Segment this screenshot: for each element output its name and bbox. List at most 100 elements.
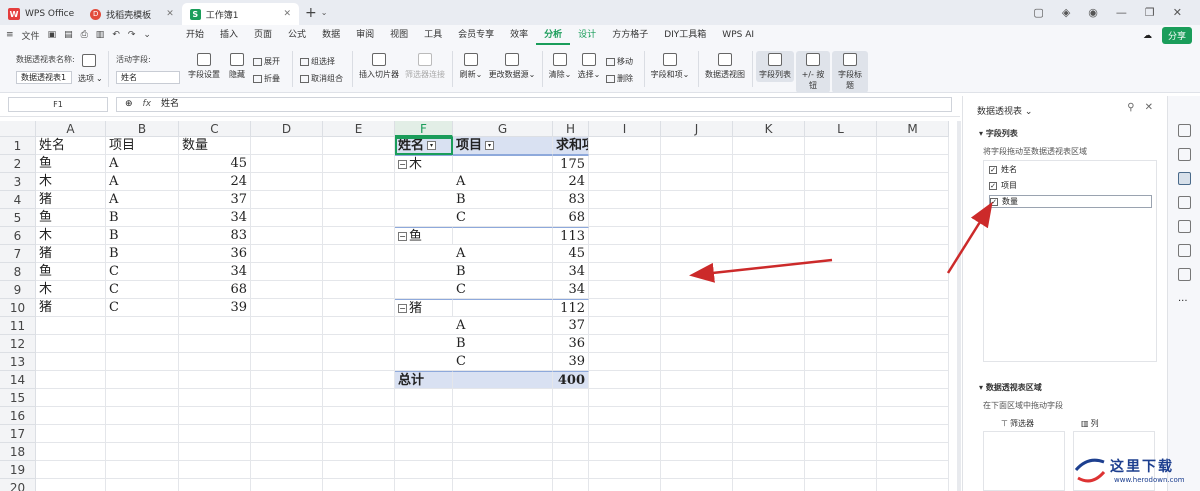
grid-cell[interactable]: [661, 353, 733, 371]
grid-cell[interactable]: [877, 155, 949, 173]
grid-cell[interactable]: [877, 371, 949, 389]
close-window-icon[interactable]: ✕: [1173, 6, 1182, 19]
grid-cell[interactable]: [805, 443, 877, 461]
grid-cell[interactable]: [589, 425, 661, 443]
source-data-cell[interactable]: 猪: [36, 191, 106, 209]
pivot-pane-icon[interactable]: [1178, 172, 1191, 185]
menu-insert[interactable]: 插入: [212, 25, 246, 45]
grid-cell[interactable]: [251, 425, 323, 443]
pivot-item-cell[interactable]: B: [395, 263, 553, 281]
grid-cell[interactable]: [106, 335, 179, 353]
pivot-item-cell[interactable]: C: [395, 209, 553, 227]
grid-cell[interactable]: [733, 317, 805, 335]
grid-cell[interactable]: [36, 317, 106, 335]
grid-cell[interactable]: [733, 137, 805, 155]
grid-cell[interactable]: [661, 191, 733, 209]
options-button[interactable]: 选项 ⌄: [78, 73, 103, 84]
row-header-11[interactable]: 11: [0, 317, 36, 335]
grid-cell[interactable]: [323, 155, 395, 173]
pin-icon[interactable]: ⚲: [1127, 102, 1134, 113]
row-header-7[interactable]: 7: [0, 245, 36, 263]
grid-cell[interactable]: [733, 245, 805, 263]
grid-cell[interactable]: [661, 461, 733, 479]
grid-cell[interactable]: [877, 479, 949, 491]
grid-cell[interactable]: [877, 263, 949, 281]
grid-cell[interactable]: [733, 299, 805, 317]
source-data-cell[interactable]: B: [106, 245, 179, 263]
source-data-cell[interactable]: 34: [179, 209, 251, 227]
grid-cell[interactable]: [589, 245, 661, 263]
pivot-value-cell[interactable]: 45: [553, 245, 589, 263]
grid-cell[interactable]: [805, 353, 877, 371]
grid-cell[interactable]: [36, 335, 106, 353]
pivot-item-cell[interactable]: B: [395, 191, 553, 209]
grid-cell[interactable]: [733, 263, 805, 281]
shapes-icon[interactable]: [1178, 196, 1191, 209]
source-data-cell[interactable]: 猪: [36, 299, 106, 317]
grid-cell[interactable]: [589, 389, 661, 407]
row-header-13[interactable]: 13: [0, 353, 36, 371]
change-source-button[interactable]: 更改数据源⌄: [488, 53, 536, 80]
grid-cell[interactable]: [877, 335, 949, 353]
field-settings-button[interactable]: 字段设置: [187, 53, 221, 80]
grid-cell[interactable]: [323, 353, 395, 371]
grid-cell[interactable]: [589, 191, 661, 209]
hide-button[interactable]: 隐藏: [227, 53, 247, 80]
collapse-group-icon[interactable]: −: [398, 304, 407, 313]
grid-cell[interactable]: [877, 281, 949, 299]
grid-cell[interactable]: [179, 371, 251, 389]
grid-cell[interactable]: [323, 263, 395, 281]
grid-cell[interactable]: [733, 227, 805, 245]
pivot-chart-button[interactable]: 数据透视图: [704, 53, 746, 80]
grid-cell[interactable]: [453, 227, 553, 245]
grid-cell[interactable]: [251, 245, 323, 263]
tools-icon[interactable]: [1178, 220, 1191, 233]
grid-cell[interactable]: [805, 317, 877, 335]
grid-cell[interactable]: [453, 407, 553, 425]
grid-cell[interactable]: [661, 173, 733, 191]
source-data-cell[interactable]: A: [106, 155, 179, 173]
grid-cell[interactable]: [589, 263, 661, 281]
maximize-icon[interactable]: ❐: [1145, 6, 1155, 19]
grid-cell[interactable]: [733, 479, 805, 491]
source-data-cell[interactable]: 木: [36, 281, 106, 299]
grid-cell[interactable]: [805, 137, 877, 155]
grid-cell[interactable]: [553, 461, 589, 479]
pivot-value-cell[interactable]: 37: [553, 317, 589, 335]
column-header-l[interactable]: L: [805, 121, 877, 137]
pivot-header-cell[interactable]: 求和项:数量: [553, 137, 589, 155]
grid-cell[interactable]: [877, 425, 949, 443]
grid-cell[interactable]: [589, 173, 661, 191]
export-icon[interactable]: ▤: [64, 30, 73, 40]
pivot-header-cell[interactable]: 项目 ▾: [453, 137, 553, 155]
avatar[interactable]: ◉: [1088, 6, 1098, 19]
grid-cell[interactable]: [323, 479, 395, 491]
grid-cell[interactable]: [395, 479, 453, 491]
grid-cell[interactable]: [395, 461, 453, 479]
column-header-c[interactable]: C: [179, 121, 251, 137]
row-header-6[interactable]: 6: [0, 227, 36, 245]
grid-cell[interactable]: [661, 407, 733, 425]
grid-cell[interactable]: [877, 317, 949, 335]
source-header-cell[interactable]: 项目: [106, 137, 179, 155]
grid-cell[interactable]: [453, 389, 553, 407]
tab-list-chevron-icon[interactable]: ⌄: [321, 8, 328, 17]
grid-cell[interactable]: [251, 389, 323, 407]
more-icon[interactable]: ···: [1178, 296, 1191, 309]
row-header-14[interactable]: 14: [0, 371, 36, 389]
pivot-group-cell[interactable]: − 猪: [395, 299, 453, 317]
grid-cell[interactable]: [877, 209, 949, 227]
grid-cell[interactable]: [323, 425, 395, 443]
row-header-17[interactable]: 17: [0, 425, 36, 443]
preview-icon[interactable]: ▥: [96, 30, 105, 40]
column-header-j[interactable]: J: [661, 121, 733, 137]
grid-cell[interactable]: [179, 443, 251, 461]
grid-cell[interactable]: [323, 335, 395, 353]
grid-cell[interactable]: [251, 407, 323, 425]
grid-cell[interactable]: [805, 245, 877, 263]
grid-cell[interactable]: [589, 461, 661, 479]
grid-cell[interactable]: [733, 389, 805, 407]
grid-cell[interactable]: [251, 461, 323, 479]
grid-cell[interactable]: [733, 425, 805, 443]
grid-cell[interactable]: [251, 209, 323, 227]
